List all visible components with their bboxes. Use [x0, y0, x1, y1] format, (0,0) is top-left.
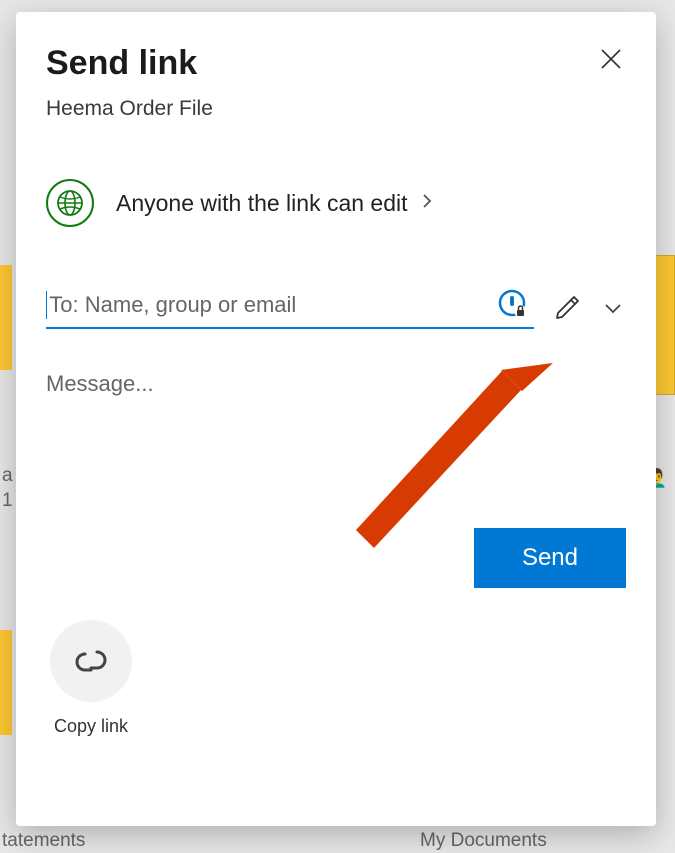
bg-text: My Documents	[420, 830, 547, 852]
copy-link-label: Copy link	[54, 716, 128, 737]
dialog-title: Send link	[46, 44, 197, 83]
share-dialog: Send link Heema Order File Anyone with t…	[16, 12, 656, 826]
close-icon	[600, 48, 622, 70]
chevron-down-icon	[604, 302, 622, 314]
outlook-lock-icon	[498, 289, 528, 324]
chevron-right-icon	[422, 192, 432, 215]
text-cursor	[46, 291, 47, 319]
link-icon	[69, 644, 113, 678]
permissions-dropdown[interactable]	[600, 297, 626, 323]
pencil-icon	[552, 293, 582, 323]
message-area	[46, 371, 626, 428]
bg-folder-edge	[0, 265, 12, 370]
edit-permissions-button[interactable]	[552, 293, 582, 328]
recipients-input[interactable]	[49, 292, 534, 318]
file-name: Heema Order File	[46, 97, 626, 121]
recipients-field[interactable]	[46, 291, 534, 329]
send-button[interactable]: Send	[474, 528, 626, 588]
link-settings-row[interactable]: Anyone with the link can edit	[46, 179, 626, 227]
link-settings-label: Anyone with the link can edit	[116, 190, 408, 217]
bg-text: tatements	[2, 830, 85, 852]
message-input[interactable]	[46, 371, 626, 423]
close-button[interactable]	[596, 44, 626, 78]
bg-text: 1	[2, 490, 13, 512]
globe-icon	[46, 179, 94, 227]
copy-link-button[interactable]	[50, 620, 132, 702]
send-row: Send	[46, 528, 626, 588]
bg-folder-edge	[0, 630, 12, 735]
recipients-row	[46, 291, 626, 329]
bg-text: a	[2, 465, 13, 487]
copy-link-section: Copy link	[46, 620, 136, 737]
dialog-header: Send link	[46, 44, 626, 83]
